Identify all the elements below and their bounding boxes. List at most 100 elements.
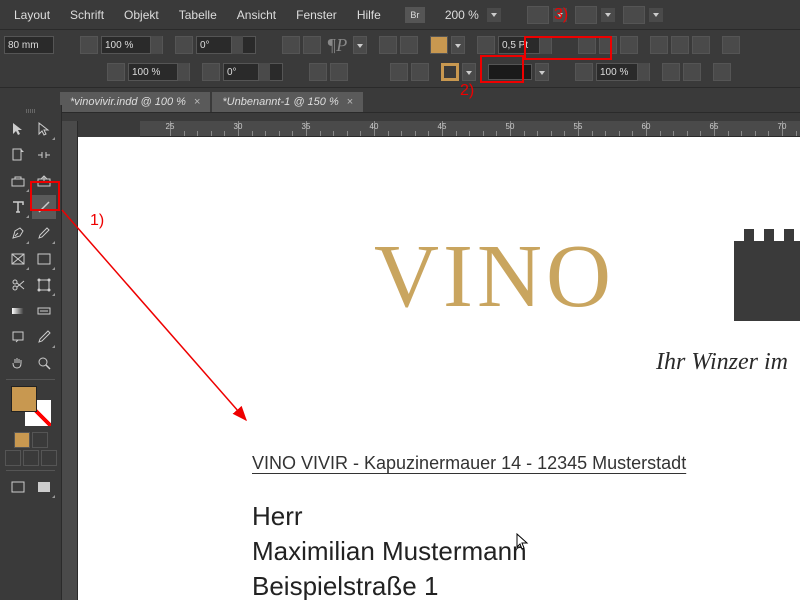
fill-swatch[interactable] — [430, 36, 448, 54]
textwrap-3-icon[interactable] — [692, 36, 710, 54]
flip-icon-b[interactable] — [330, 63, 348, 81]
tab-vinovivir[interactable]: *vinovivir.indd @ 100 % × — [60, 92, 210, 112]
scissors-tool[interactable] — [6, 273, 30, 297]
zoom-tool[interactable] — [32, 351, 56, 375]
scale-y-field[interactable] — [128, 63, 190, 81]
castle-icon — [728, 201, 800, 321]
align-icon-3[interactable] — [390, 63, 408, 81]
apply-color-icon[interactable] — [5, 450, 21, 466]
opacity-field[interactable] — [596, 63, 650, 81]
rectangle-tool[interactable] — [32, 247, 56, 271]
stroke-style-dd[interactable] — [535, 63, 549, 81]
tab-unbenannt[interactable]: *Unbenannt-1 @ 150 % × — [212, 92, 363, 112]
menu-ansicht[interactable]: Ansicht — [227, 4, 286, 26]
align-icon-4[interactable] — [411, 63, 429, 81]
logo-text: VINO — [374, 225, 615, 328]
pen-tool[interactable] — [6, 221, 30, 245]
rotate-icon[interactable] — [175, 36, 193, 54]
menu-objekt[interactable]: Objekt — [114, 4, 169, 26]
text-format-icon[interactable] — [32, 432, 48, 448]
content-placer-tool[interactable] — [32, 169, 56, 193]
textwrap-5-icon[interactable] — [683, 63, 701, 81]
zoom-dropdown[interactable] — [487, 8, 501, 22]
effects-icon-2[interactable] — [599, 36, 617, 54]
stroke-color-dd[interactable] — [462, 63, 476, 81]
stroke-style-swatch[interactable] — [488, 64, 532, 80]
fit-frame-icon[interactable] — [722, 36, 740, 54]
vertical-ruler[interactable] — [62, 121, 78, 600]
tagline-text: Ihr Winzer im — [656, 349, 788, 376]
close-tab-icon[interactable]: × — [347, 96, 353, 108]
flip-h-icon[interactable] — [80, 36, 98, 54]
free-transform-tool[interactable] — [32, 273, 56, 297]
rotate-cw-icon[interactable] — [303, 36, 321, 54]
mouse-cursor-icon — [516, 533, 530, 551]
sender-line: VINO VIVIR - Kapuzinermauer 14 - 12345 M… — [252, 453, 686, 474]
stroke-swatch-btn[interactable] — [441, 63, 459, 81]
container-format-icon[interactable] — [14, 432, 30, 448]
textwrap-4-icon[interactable] — [662, 63, 680, 81]
page-tool[interactable] — [6, 143, 30, 167]
textwrap-1-icon[interactable] — [650, 36, 668, 54]
toolbox-grip[interactable] — [0, 109, 61, 115]
direct-selection-tool[interactable] — [32, 117, 56, 141]
annotation-label-3: 3) — [554, 6, 568, 24]
bridge-icon[interactable]: Br — [405, 7, 425, 23]
textwrap-2-icon[interactable] — [671, 36, 689, 54]
gradient-feather-tool[interactable] — [32, 299, 56, 323]
stroke-weight-field[interactable] — [498, 36, 552, 54]
annotation-label-1: 1) — [90, 212, 104, 230]
rectangle-frame-tool[interactable] — [6, 247, 30, 271]
menu-layout[interactable]: Layout — [4, 4, 60, 26]
fill-dd[interactable] — [451, 36, 465, 54]
horizontal-ruler[interactable]: 2530354045505560657075 — [140, 121, 800, 137]
line-tool[interactable] — [32, 195, 56, 219]
canvas[interactable]: VINO Ihr Winzer im VINO VIVIR - Kapuzine… — [78, 137, 800, 600]
scale-x-field[interactable] — [101, 36, 163, 54]
fill-stroke-swatch[interactable] — [11, 386, 51, 426]
width-field[interactable] — [4, 36, 54, 54]
paragraph-style-icon[interactable]: ¶P — [324, 34, 350, 56]
eyedropper-tool[interactable] — [32, 325, 56, 349]
gap-tool[interactable] — [32, 143, 56, 167]
fit-content-icon[interactable] — [713, 63, 731, 81]
close-tab-icon[interactable]: × — [194, 96, 200, 108]
content-collector-tool[interactable] — [6, 169, 30, 193]
align-icon-2[interactable] — [400, 36, 418, 54]
flip-v-icon[interactable] — [107, 63, 125, 81]
fx-icon[interactable] — [620, 36, 638, 54]
gradient-swatch-tool[interactable] — [6, 299, 30, 323]
menu-tabelle[interactable]: Tabelle — [169, 4, 227, 26]
tab-label: *vinovivir.indd @ 100 % — [70, 96, 186, 108]
note-tool[interactable] — [6, 325, 30, 349]
menu-schrift[interactable]: Schrift — [60, 4, 114, 26]
zoom-level[interactable]: 200 % — [445, 8, 479, 22]
rotate-ccw-icon[interactable] — [282, 36, 300, 54]
para-style-dd[interactable] — [353, 36, 367, 54]
screen-mode-2-dd[interactable] — [601, 8, 615, 22]
menu-fenster[interactable]: Fenster — [286, 4, 347, 26]
view-mode-normal[interactable] — [6, 475, 30, 499]
effects-icon-1[interactable] — [578, 36, 596, 54]
addr-line: Beispielstraße 1 — [252, 569, 527, 600]
opacity-icon[interactable] — [575, 63, 593, 81]
apply-gradient-icon[interactable] — [23, 450, 39, 466]
shear-icon[interactable] — [202, 63, 220, 81]
type-tool[interactable] — [6, 195, 30, 219]
rotate-field[interactable] — [196, 36, 256, 54]
screen-mode-2[interactable] — [575, 6, 597, 24]
menu-hilfe[interactable]: Hilfe — [347, 4, 391, 26]
view-mode-preview[interactable] — [32, 475, 56, 499]
pencil-tool[interactable] — [32, 221, 56, 245]
toolbox — [0, 105, 62, 600]
hand-tool[interactable] — [6, 351, 30, 375]
stroke-weight-icon[interactable] — [477, 36, 495, 54]
selection-tool[interactable] — [6, 117, 30, 141]
apply-none-icon[interactable] — [41, 450, 57, 466]
align-icon-1[interactable] — [379, 36, 397, 54]
flip-icon-a[interactable] — [309, 63, 327, 81]
screen-mode-1[interactable] — [527, 6, 549, 24]
arrange-docs-dd[interactable] — [649, 8, 663, 22]
shear-field[interactable] — [223, 63, 283, 81]
arrange-docs[interactable] — [623, 6, 645, 24]
